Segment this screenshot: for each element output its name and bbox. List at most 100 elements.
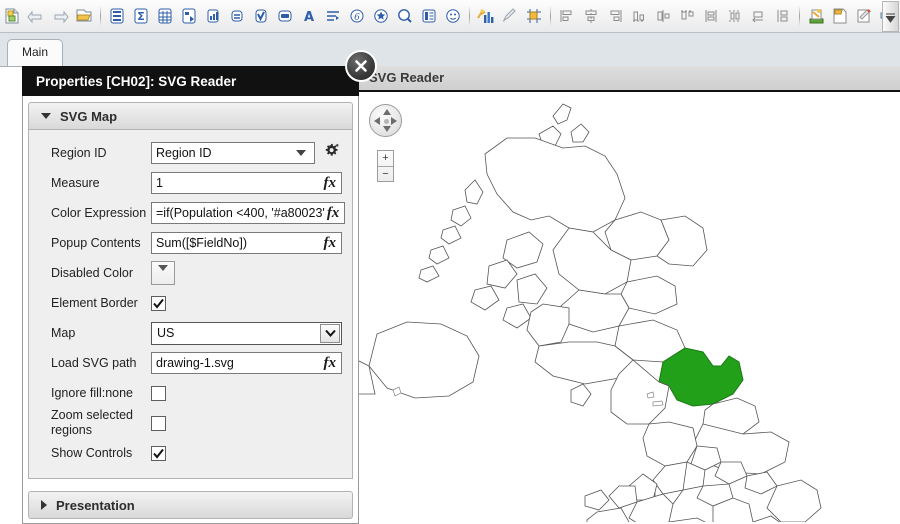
map-select-arrow-button[interactable] bbox=[320, 323, 340, 343]
label-region-id: Region ID bbox=[51, 145, 107, 160]
svg-text:A: A bbox=[304, 10, 314, 25]
chevron-right-icon bbox=[41, 500, 47, 510]
load-svg-path-fx-icon[interactable]: fx bbox=[322, 355, 340, 372]
section-header-svg-map[interactable]: SVG Map bbox=[28, 102, 353, 130]
label-load-svg-path: Load SVG path bbox=[51, 355, 137, 370]
pan-control[interactable] bbox=[369, 104, 402, 137]
pan-center-icon[interactable] bbox=[384, 119, 389, 124]
close-button[interactable] bbox=[345, 50, 377, 82]
chevron-down-icon[interactable] bbox=[296, 150, 306, 156]
load-svg-path-input[interactable]: drawing-1.svg fx bbox=[151, 352, 342, 374]
pan-down-icon[interactable] bbox=[383, 126, 391, 132]
toolbar-separator bbox=[799, 6, 800, 26]
align-bottom-icon[interactable] bbox=[628, 4, 650, 28]
zoom-out-button[interactable]: − bbox=[378, 167, 393, 182]
toolbar-separator bbox=[100, 6, 101, 26]
region-id-combo[interactable]: Region ID bbox=[151, 142, 315, 164]
redo-icon[interactable] bbox=[49, 4, 71, 28]
pivot-table-icon[interactable] bbox=[178, 4, 200, 28]
label-show-controls: Show Controls bbox=[51, 445, 133, 460]
property-row-region-id: Region ID Region ID bbox=[29, 138, 352, 168]
svg-reader-panel-header: SVG Reader bbox=[355, 66, 900, 92]
map-canvas[interactable]: + − bbox=[357, 94, 898, 522]
section-body-svg-map: Region ID Region ID Measure 1 fx Color E… bbox=[28, 130, 353, 479]
measure-fx-icon[interactable]: fx bbox=[322, 175, 340, 192]
chevron-down-icon bbox=[158, 265, 168, 271]
bookmark-object-icon[interactable] bbox=[370, 4, 392, 28]
section-header-presentation[interactable]: Presentation bbox=[28, 491, 353, 519]
open-document-icon[interactable] bbox=[73, 4, 95, 28]
sheet-tab-main[interactable]: Main bbox=[7, 39, 64, 66]
align-middle-icon[interactable] bbox=[652, 4, 674, 28]
label-ignore-fill-none: Ignore fill:none bbox=[51, 385, 134, 400]
align-top-icon[interactable] bbox=[676, 4, 698, 28]
ignore-fill-none-checkbox[interactable] bbox=[151, 385, 166, 401]
load-svg-path-value: drawing-1.svg bbox=[156, 356, 234, 370]
table-box-icon[interactable] bbox=[154, 4, 176, 28]
svg-text:Σ: Σ bbox=[137, 10, 145, 23]
multi-box-icon[interactable] bbox=[250, 4, 272, 28]
container-object-icon[interactable] bbox=[418, 4, 440, 28]
zoom-in-button[interactable]: + bbox=[378, 151, 393, 167]
color-expression-input[interactable]: =if(Population <400, '#a80023' fx bbox=[151, 202, 346, 224]
property-row-load-svg-path: Load SVG path drawing-1.svg fx bbox=[29, 348, 352, 378]
label-measure: Measure bbox=[51, 175, 100, 190]
pan-left-icon[interactable] bbox=[374, 117, 380, 125]
pan-right-icon[interactable] bbox=[391, 117, 397, 125]
zoom-selected-regions-checkbox[interactable] bbox=[151, 415, 166, 431]
edit-module-icon[interactable] bbox=[853, 4, 875, 28]
align-left-icon[interactable] bbox=[556, 4, 578, 28]
current-selections-icon[interactable] bbox=[322, 4, 344, 28]
sheet-tab-label: Main bbox=[22, 45, 49, 59]
align-right-icon[interactable] bbox=[604, 4, 626, 28]
resize-equally-icon[interactable] bbox=[772, 4, 794, 28]
bar-chart-icon[interactable] bbox=[202, 4, 224, 28]
property-row-popup-contents: Popup Contents Sum([$FieldNo]) fx bbox=[29, 228, 352, 258]
new-document-icon[interactable] bbox=[1, 4, 23, 28]
disabled-color-button[interactable] bbox=[151, 261, 175, 285]
highlighted-region bbox=[658, 347, 744, 407]
space-equally-icon[interactable] bbox=[748, 4, 770, 28]
uk-county-map[interactable] bbox=[357, 94, 898, 522]
element-border-checkbox[interactable] bbox=[151, 295, 166, 311]
region-id-value: Region ID bbox=[156, 146, 212, 160]
popup-contents-value: Sum([$FieldNo]) bbox=[156, 236, 247, 250]
slider-calendar-icon[interactable] bbox=[394, 4, 416, 28]
distribute-horizontal-icon[interactable] bbox=[724, 4, 746, 28]
input-box-icon[interactable] bbox=[226, 4, 248, 28]
property-row-color-expression: Color Expression =if(Population <400, '#… bbox=[29, 198, 352, 228]
section-label-presentation: Presentation bbox=[56, 497, 135, 513]
custom-object-icon[interactable] bbox=[442, 4, 464, 28]
map-select-value: US bbox=[157, 326, 175, 340]
gear-icon[interactable] bbox=[322, 142, 342, 165]
zoom-control: + − bbox=[377, 150, 394, 182]
properties-dialog-title: Properties [CH02]: SVG Reader bbox=[22, 66, 359, 96]
list-box-icon[interactable] bbox=[106, 4, 128, 28]
map-select[interactable]: US bbox=[151, 321, 342, 345]
popup-contents-input[interactable]: Sum([$FieldNo]) fx bbox=[151, 232, 342, 254]
chart-wizard-icon[interactable] bbox=[475, 4, 497, 28]
search-object-icon[interactable]: 6 bbox=[346, 4, 368, 28]
label-map: Map bbox=[51, 325, 76, 340]
align-center-icon[interactable] bbox=[580, 4, 602, 28]
measure-input[interactable]: 1 fx bbox=[151, 172, 342, 194]
popup-contents-fx-icon[interactable]: fx bbox=[322, 235, 340, 252]
property-row-measure: Measure 1 fx bbox=[29, 168, 352, 198]
show-controls-checkbox[interactable] bbox=[151, 445, 166, 461]
label-color-expression: Color Expression bbox=[51, 205, 147, 220]
toolbar-overflow-button[interactable] bbox=[882, 1, 899, 32]
pan-up-icon[interactable] bbox=[383, 109, 391, 115]
statistics-box-icon[interactable]: Σ bbox=[130, 4, 152, 28]
format-painter-icon[interactable] bbox=[499, 4, 521, 28]
property-row-ignore-fill-none: Ignore fill:none bbox=[29, 378, 352, 408]
grid-snap-icon[interactable] bbox=[523, 4, 545, 28]
button-object-icon[interactable] bbox=[274, 4, 296, 28]
edit-script-icon[interactable] bbox=[805, 4, 827, 28]
color-expression-fx-icon[interactable]: fx bbox=[325, 205, 343, 222]
text-object-icon[interactable]: A bbox=[298, 4, 320, 28]
svg-text:6: 6 bbox=[354, 13, 360, 23]
check-icon bbox=[153, 298, 164, 309]
distribute-vertical-icon[interactable] bbox=[700, 4, 722, 28]
undo-icon[interactable] bbox=[25, 4, 47, 28]
reload-icon[interactable] bbox=[829, 4, 851, 28]
